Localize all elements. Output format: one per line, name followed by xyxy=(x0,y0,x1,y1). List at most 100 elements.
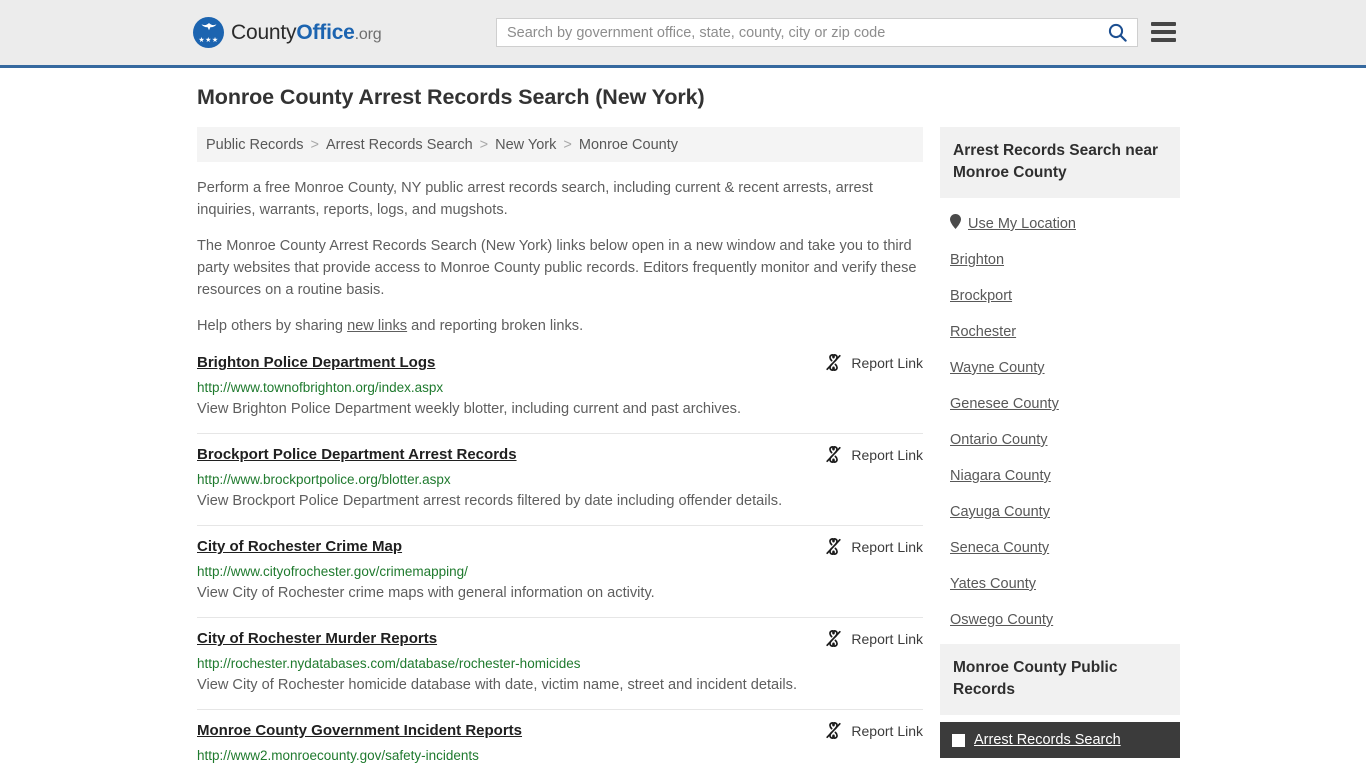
broken-link-icon xyxy=(826,538,842,555)
result-title-link[interactable]: City of Rochester Crime Map xyxy=(197,537,402,557)
report-link-label: Report Link xyxy=(851,722,923,739)
report-link-label: Report Link xyxy=(851,630,923,647)
content-columns: Public Records > Arrest Records Search > New… xyxy=(197,127,1180,768)
breadcrumb: Public Records > Arrest Records Search > New… xyxy=(197,127,923,162)
report-link-button[interactable]: Report Link xyxy=(825,722,923,739)
main-column: Public Records > Arrest Records Search > New… xyxy=(197,127,923,768)
nearby-link-row[interactable]: Ontario County xyxy=(950,422,1180,458)
report-link-button[interactable]: Report Link xyxy=(825,354,923,371)
nearby-link-row[interactable]: Brighton xyxy=(950,242,1180,278)
hamburger-menu-icon[interactable] xyxy=(1151,20,1176,44)
nearby-link[interactable]: Oswego County xyxy=(950,612,1053,628)
nearby-link[interactable]: Cayuga County xyxy=(950,504,1050,520)
share-prefix: Help others by sharing xyxy=(197,318,348,334)
nearby-link-row[interactable]: Rochester xyxy=(950,314,1180,350)
public-records-panel: Monroe County Public Records Arrest Reco… xyxy=(940,644,1180,768)
nearby-link-row[interactable]: Wayne County xyxy=(950,350,1180,386)
report-link-button[interactable]: Report Link xyxy=(825,630,923,647)
result-url[interactable]: http://www.townofbrighton.org/index.aspx xyxy=(197,379,923,397)
public-records-item-label: Arrest Records Search xyxy=(974,732,1121,748)
breadcrumb-separator: > xyxy=(479,136,489,153)
result-url[interactable]: http://www.brockportpolice.org/blotter.a… xyxy=(197,471,923,489)
result-description: View City of Rochester crime maps with g… xyxy=(197,585,655,601)
nearby-link[interactable]: Brighton xyxy=(950,252,1004,268)
nearby-link[interactable]: Niagara County xyxy=(950,468,1051,484)
public-records-list: Arrest Records Search Court Records Searc… xyxy=(940,722,1180,768)
result-header: Monroe County Government Incident Report… xyxy=(197,721,923,741)
broken-link-icon xyxy=(826,354,842,371)
nearby-links-list: Use My Location Brighton Brockport Rochest… xyxy=(940,198,1180,638)
result-item: Brighton Police Department Logs Report Li… xyxy=(197,351,923,433)
nearby-link-row[interactable]: Niagara County xyxy=(950,458,1180,494)
result-url[interactable]: http://rochester.nydatabases.com/databas… xyxy=(197,655,923,673)
share-suffix: and reporting broken links. xyxy=(407,318,584,334)
nearby-link[interactable]: Seneca County xyxy=(950,540,1049,556)
intro-paragraph-2: The Monroe County Arrest Records Search … xyxy=(197,238,917,298)
public-records-item[interactable]: Court Records Search xyxy=(940,758,1180,768)
brand-county-text: County xyxy=(231,20,297,44)
result-url[interactable]: http://www2.monroecounty.gov/safety-inci… xyxy=(197,747,923,765)
result-header: Brockport Police Department Arrest Recor… xyxy=(197,445,923,465)
breadcrumb-item[interactable]: Public Records xyxy=(206,137,304,153)
public-records-item[interactable]: Arrest Records Search xyxy=(940,722,1180,758)
nearby-link[interactable]: Genesee County xyxy=(950,396,1059,412)
intro-text: Perform a free Monroe County, NY public … xyxy=(197,177,923,337)
result-description: View City of Rochester homicide database… xyxy=(197,677,797,693)
page-body: Monroe County Arrest Records Search (New… xyxy=(0,68,1366,768)
search-button[interactable] xyxy=(1097,19,1137,46)
hamburger-bar xyxy=(1151,38,1176,42)
result-description: View Brighton Police Department weekly b… xyxy=(197,401,742,417)
brand-org-text: .org xyxy=(354,25,382,43)
breadcrumb-item[interactable]: Monroe County xyxy=(579,137,678,153)
nearby-link-row[interactable]: Genesee County xyxy=(950,386,1180,422)
map-pin-icon xyxy=(950,214,961,234)
page-title: Monroe County Arrest Records Search (New… xyxy=(197,85,705,109)
result-url[interactable]: http://www.cityofrochester.gov/crimemapp… xyxy=(197,563,923,581)
result-title-link[interactable]: Monroe County Government Incident Report… xyxy=(197,721,522,741)
result-description: View Brockport Police Department arrest … xyxy=(197,493,783,509)
nearby-link[interactable]: Brockport xyxy=(950,288,1012,304)
nearby-panel: Arrest Records Search near Monroe County… xyxy=(940,127,1180,638)
report-link-label: Report Link xyxy=(851,446,923,463)
nearby-link-row[interactable]: Seneca County xyxy=(950,530,1180,566)
nearby-panel-title: Arrest Records Search near Monroe County xyxy=(940,127,1180,198)
use-my-location-row[interactable]: Use My Location xyxy=(950,206,1180,242)
nearby-link[interactable]: Ontario County xyxy=(950,432,1048,448)
report-link-button[interactable]: Report Link xyxy=(825,446,923,463)
public-records-title: Monroe County Public Records xyxy=(940,644,1180,715)
nearby-link-row[interactable]: Yates County xyxy=(950,566,1180,602)
breadcrumb-separator: > xyxy=(563,136,572,153)
result-item: Brockport Police Department Arrest Recor… xyxy=(197,433,923,525)
report-link-label: Report Link xyxy=(851,538,923,555)
broken-link-icon xyxy=(826,630,842,647)
breadcrumb-item[interactable]: Arrest Records Search xyxy=(326,137,473,153)
square-icon xyxy=(952,733,965,747)
eagle-glyph xyxy=(201,23,216,31)
brand-office-text: Office xyxy=(296,20,355,44)
nearby-link-row[interactable]: Oswego County xyxy=(950,602,1180,638)
nearby-link-row[interactable]: Cayuga County xyxy=(950,494,1180,530)
result-header: City of Rochester Crime Map Report Link xyxy=(197,537,923,557)
result-title-link[interactable]: Brockport Police Department Arrest Recor… xyxy=(197,445,517,465)
eagle-shield-logo-icon: ★★★ xyxy=(193,17,224,48)
intro-paragraph-1: Perform a free Monroe County, NY public … xyxy=(197,180,873,218)
site-header: ★★★ CountyOffice.org xyxy=(0,0,1366,68)
search-input[interactable] xyxy=(497,19,1097,46)
nearby-link[interactable]: Yates County xyxy=(950,576,1036,592)
result-item: City of Rochester Murder Reports Report L… xyxy=(197,617,923,709)
nearby-link[interactable]: Wayne County xyxy=(950,360,1045,376)
new-links-link[interactable]: new links xyxy=(347,318,407,334)
site-logo[interactable]: ★★★ CountyOffice.org xyxy=(193,17,382,48)
stars-glyph: ★★★ xyxy=(198,37,219,44)
nearby-link[interactable]: Rochester xyxy=(950,324,1016,340)
result-title-link[interactable]: Brighton Police Department Logs xyxy=(197,353,435,373)
breadcrumb-separator: > xyxy=(310,136,319,153)
result-title-link[interactable]: City of Rochester Murder Reports xyxy=(197,629,437,649)
result-item: City of Rochester Crime Map Report Link ht… xyxy=(197,525,923,617)
search-icon xyxy=(1108,23,1127,42)
sidebar: Arrest Records Search near Monroe County… xyxy=(940,127,1180,768)
use-my-location-label[interactable]: Use My Location xyxy=(968,216,1076,232)
breadcrumb-item[interactable]: New York xyxy=(495,137,556,153)
nearby-link-row[interactable]: Brockport xyxy=(950,278,1180,314)
report-link-button[interactable]: Report Link xyxy=(825,538,923,555)
